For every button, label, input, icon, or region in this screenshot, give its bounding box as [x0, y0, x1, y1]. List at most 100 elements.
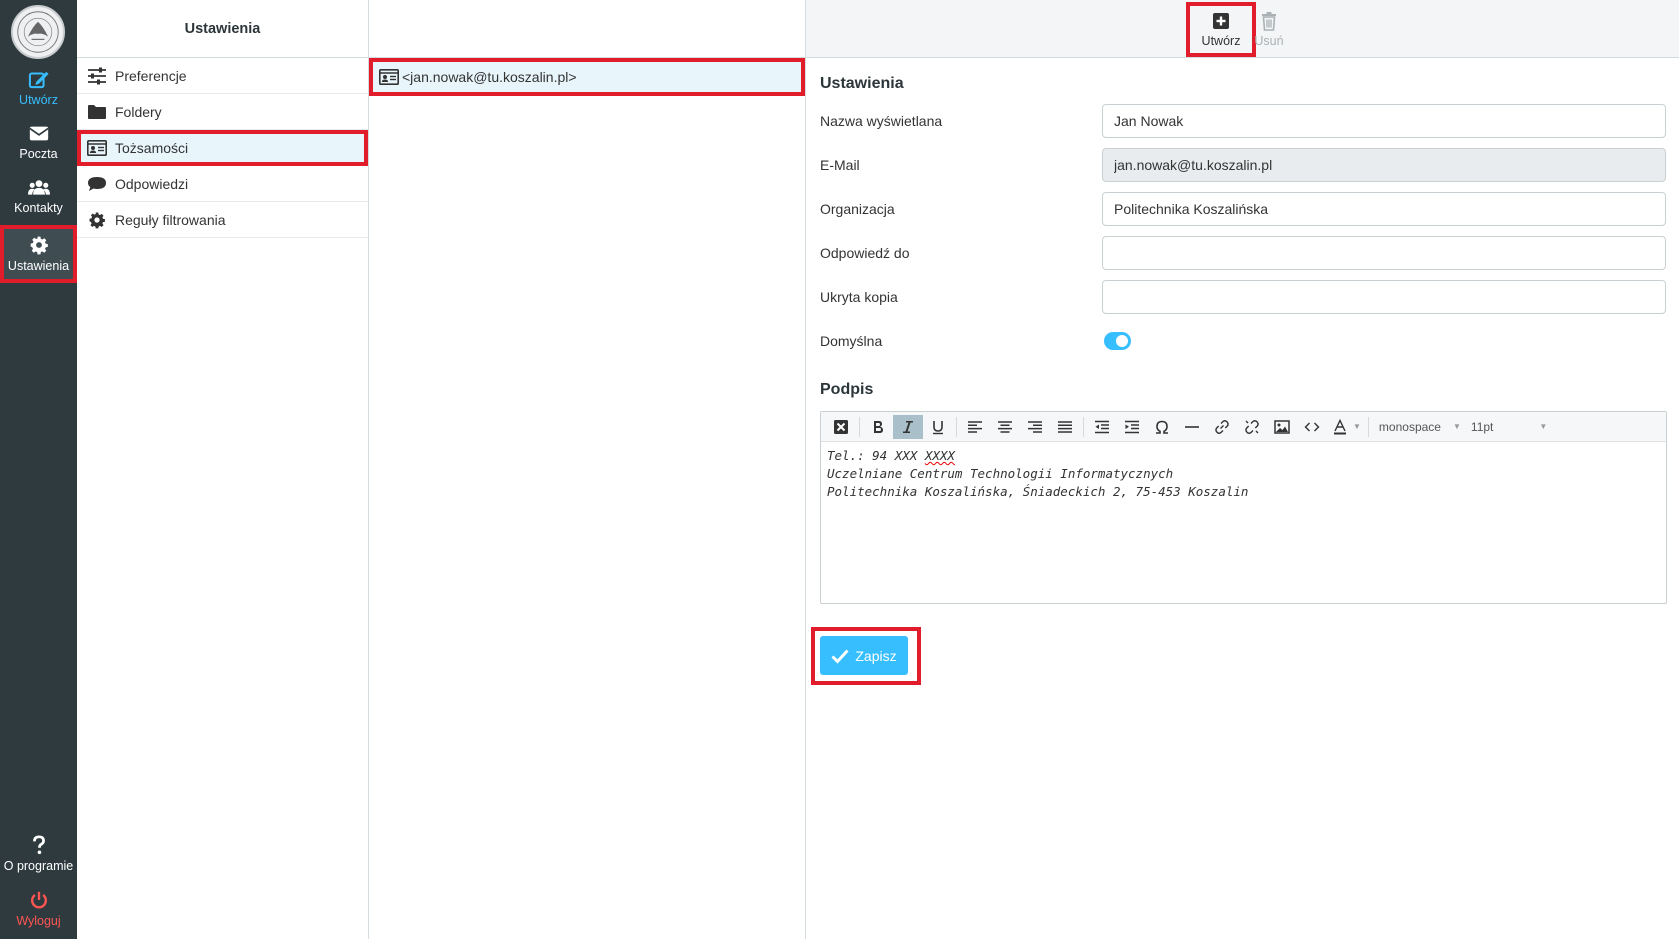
omega-icon [1156, 420, 1168, 434]
link-icon [1215, 419, 1229, 434]
appbar-mail-label: Poczta [19, 147, 58, 161]
align-justify-icon [1058, 420, 1072, 433]
signature-line-3: Politechnika Koszalińska, Śniadeckich 2,… [827, 484, 1249, 499]
appbar-settings-label: Ustawienia [7, 259, 70, 273]
bcc-input[interactable] [1102, 280, 1666, 314]
list-header [369, 0, 805, 58]
appbar-compose-button[interactable]: Utwórz [0, 60, 77, 116]
reply-to-input[interactable] [1102, 236, 1666, 270]
display-name-input[interactable] [1102, 104, 1666, 138]
appbar-about-button[interactable]: O programie [0, 826, 77, 882]
indent-icon [1125, 420, 1139, 433]
font-family-value: monospace [1378, 419, 1441, 434]
email-input[interactable] [1102, 148, 1666, 182]
italic-icon [903, 420, 913, 433]
create-identity-label: Utwórz [1201, 34, 1241, 48]
nav-item-label: Odpowiedzi [115, 175, 189, 192]
font-size-value: 11pt [1470, 419, 1494, 434]
editor-plain-text-button[interactable] [826, 415, 856, 439]
sliders-icon [88, 67, 106, 84]
envelope-icon [28, 126, 49, 141]
settings-section-title: Ustawienia [820, 75, 904, 92]
editor-text-color-button[interactable] [1327, 415, 1353, 439]
signature-line-1: Tel.: 94 XXX XXXX [827, 447, 1660, 465]
editor-align-center-button[interactable] [990, 415, 1020, 439]
editor-link-button[interactable] [1207, 415, 1237, 439]
editor-justify-button[interactable] [1050, 415, 1080, 439]
chevron-down-icon[interactable]: ▼ [1353, 422, 1361, 431]
editor-unlink-button[interactable] [1237, 415, 1267, 439]
editor-image-button[interactable] [1267, 415, 1297, 439]
editor-align-right-button[interactable] [1020, 415, 1050, 439]
align-right-icon [1028, 420, 1042, 433]
save-button[interactable]: Zapisz [820, 636, 908, 675]
align-center-icon [998, 420, 1012, 433]
identity-form-panel: Utwórz Usuń Ustawienia Nazwa wyświetlana… [806, 0, 1679, 939]
settings-nav-title: Ustawienia [77, 0, 368, 58]
save-button-label: Zapisz [855, 647, 897, 664]
signature-line-2: Uczelniane Centrum Technologii Informaty… [827, 466, 1174, 481]
save-button-highlight: Zapisz [811, 627, 921, 685]
signature-editor: ▼ monospace ▼ 11pt ▼ Tel.: 94 XXX XXXX U… [820, 411, 1667, 604]
delete-identity-button[interactable]: Usuń [1241, 2, 1297, 57]
identities-list: <jan.nowak@tu.koszalin.pl> [369, 0, 806, 939]
horizontal-rule-icon [1185, 425, 1199, 428]
editor-horizontal-rule-button[interactable] [1177, 415, 1207, 439]
email-row: E-Mail [820, 148, 1666, 182]
display-name-row: Nazwa wyświetlana [820, 104, 1666, 138]
appbar-mail-button[interactable]: Poczta [0, 114, 77, 170]
nav-item-folders[interactable]: Foldery [77, 94, 368, 130]
editor-outdent-button[interactable] [1087, 415, 1117, 439]
appbar-logout-button[interactable]: Wyloguj [0, 881, 77, 937]
font-size-select[interactable]: 11pt ▼ [1464, 415, 1556, 439]
appbar-contacts-button[interactable]: Kontakty [0, 168, 77, 224]
signature-phone-text: Tel.: 94 XXX [827, 448, 925, 463]
organization-input[interactable] [1102, 192, 1666, 226]
default-label: Domyślna [820, 333, 883, 349]
email-label: E-Mail [820, 157, 860, 173]
font-family-select[interactable]: monospace ▼ [1372, 415, 1464, 439]
users-icon [27, 180, 50, 195]
identity-list-item[interactable]: <jan.nowak@tu.koszalin.pl> [369, 58, 805, 96]
id-card-icon [87, 139, 107, 156]
chevron-down-icon: ▼ [1452, 422, 1461, 431]
editor-separator [859, 416, 860, 437]
reply-to-row: Odpowiedź do [820, 236, 1666, 270]
code-icon [1304, 422, 1320, 431]
nav-item-filters[interactable]: Reguły filtrowania [77, 202, 368, 238]
editor-italic-button[interactable] [893, 414, 923, 439]
editor-align-left-button[interactable] [960, 415, 990, 439]
appbar-settings-button[interactable]: Ustawienia [0, 225, 77, 283]
nav-item-preferences[interactable]: Preferencje [77, 58, 368, 94]
appbar-contacts-label: Kontakty [14, 201, 63, 215]
editor-source-code-button[interactable] [1297, 415, 1327, 439]
delete-identity-label: Usuń [1254, 34, 1284, 48]
identity-list-item-label: <jan.nowak@tu.koszalin.pl> [402, 69, 577, 85]
editor-bold-button[interactable] [863, 415, 893, 439]
editor-separator [956, 416, 957, 437]
default-toggle[interactable] [1104, 332, 1131, 350]
nav-item-responses[interactable]: Odpowiedzi [77, 166, 368, 202]
bcc-label: Ukryta kopia [820, 289, 898, 305]
editor-separator [1083, 416, 1084, 437]
university-logo [11, 5, 65, 59]
default-row: Domyślna [820, 324, 1664, 358]
checkmark-icon [831, 648, 849, 664]
comment-icon [88, 176, 106, 191]
appbar-logout-label: Wyloguj [16, 914, 61, 928]
bcc-row: Ukryta kopia [820, 280, 1666, 314]
folder-icon [88, 104, 106, 119]
nav-item-identities[interactable]: Tożsamości [77, 130, 368, 166]
underline-icon [933, 420, 943, 434]
display-name-label: Nazwa wyświetlana [820, 113, 943, 129]
editor-toolbar: ▼ monospace ▼ 11pt ▼ [821, 412, 1666, 442]
editor-special-char-button[interactable] [1147, 415, 1177, 439]
editor-underline-button[interactable] [923, 415, 953, 439]
content-toolbar: Utwórz Usuń [806, 0, 1679, 58]
plus-square-icon [1213, 13, 1229, 29]
nav-item-label: Foldery [115, 103, 162, 120]
id-card-icon [379, 69, 399, 85]
editor-indent-button[interactable] [1117, 415, 1147, 439]
organization-label: Organizacja [820, 201, 895, 217]
signature-text-area[interactable]: Tel.: 94 XXX XXXX Uczelniane Centrum Tec… [821, 442, 1666, 506]
